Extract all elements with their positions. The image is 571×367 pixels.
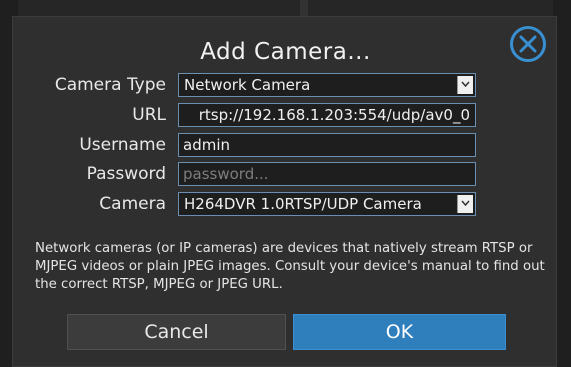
camera-value: H264DVR 1.0RTSP/UDP Camera [184,195,422,213]
camera-select[interactable]: H264DVR 1.0RTSP/UDP Camera [178,192,476,216]
dialog-title: Add Camera... [200,39,371,65]
camera-type-row: Camera Type Network Camera [13,73,558,99]
url-value: rtsp://192.168.1.203:554/udp/av0_0 [198,106,470,124]
password-row: Password password... [13,162,558,188]
backdrop-divider [300,0,308,16]
password-label: Password [86,164,166,184]
username-row: Username admin [13,133,558,159]
close-button[interactable] [510,26,546,62]
chevron-down-icon[interactable] [457,195,473,213]
info-text: Network cameras (or IP cameras) are devi… [35,241,545,292]
username-label: Username [79,135,166,155]
url-label: URL [132,105,166,125]
password-input[interactable]: password... [178,162,476,186]
camera-row: Camera H264DVR 1.0RTSP/UDP Camera [13,192,558,218]
cancel-button[interactable]: Cancel [67,314,286,350]
url-input[interactable]: rtsp://192.168.1.203:554/udp/av0_0 [178,103,476,127]
chevron-down-icon[interactable] [457,76,473,94]
ok-button[interactable]: OK [293,314,506,350]
camera-type-label: Camera Type [54,75,166,95]
camera-label: Camera [99,194,166,214]
camera-type-select[interactable]: Network Camera [178,73,476,97]
camera-type-value: Network Camera [184,76,311,94]
url-row: URL rtsp://192.168.1.203:554/udp/av0_0 [13,103,558,129]
add-camera-dialog: Add Camera... Camera Type Network Camera… [12,16,557,367]
close-icon [519,35,537,53]
username-input[interactable]: admin [178,133,476,157]
